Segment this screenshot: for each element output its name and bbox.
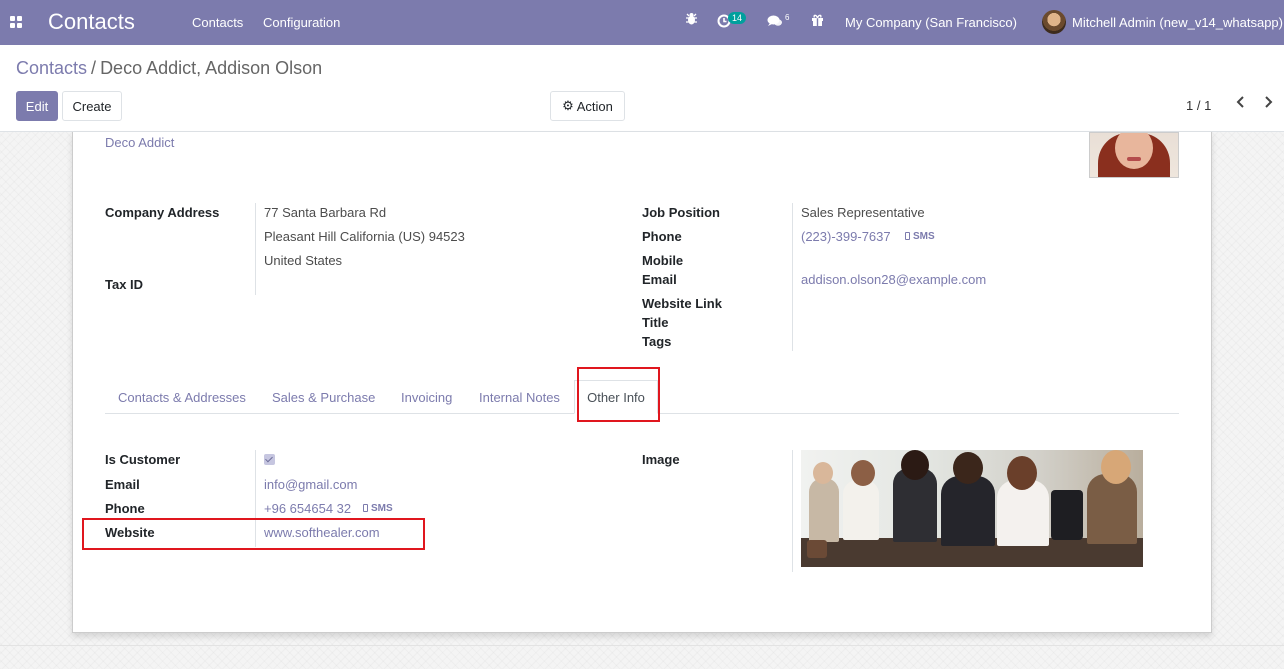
other-phone-value[interactable]: +96 654654 32 [264,501,351,516]
mobile-label: Mobile [642,253,684,268]
action-button-label: Action [576,98,613,114]
gift-icon[interactable] [811,13,824,30]
user-avatar[interactable] [1042,10,1066,34]
field-separator [792,203,793,351]
mobile-phone-icon [905,232,910,240]
mobile-phone-icon [363,504,368,512]
title-label: Title [642,315,669,330]
company-address-label: Company Address [105,205,220,220]
website-link-label: Website Link [642,296,722,311]
address-line-1: 77 Santa Barbara Rd [264,205,387,220]
breadcrumb-parent[interactable]: Contacts [16,58,87,78]
website-highlight-box [82,518,425,550]
user-menu[interactable]: Mitchell Admin (new_v14_whatsapp) [1072,15,1283,30]
field-separator [792,450,793,572]
other-sms-button[interactable]: SMS [363,503,393,514]
job-position-value: Sales Representative [801,205,925,220]
control-panel: Contacts / Deco Addict, Addison Olson Edit… [0,45,1284,132]
company-switcher[interactable]: My Company (San Francisco) [845,15,1017,30]
pager-value[interactable]: 1 / 1 [1186,98,1211,113]
tags-label: Tags [642,334,672,349]
apps-icon[interactable] [10,16,23,28]
tab-invoicing[interactable]: Invoicing [401,390,452,405]
create-button[interactable]: Create [62,91,122,121]
menu-contacts[interactable]: Contacts [192,15,243,30]
image-label: Image [642,452,680,467]
other-email-value[interactable]: info@gmail.com [264,477,357,492]
is-customer-checkbox[interactable] [264,454,275,465]
activity-count-badge: 14 [728,12,747,24]
tab-contacts-addresses[interactable]: Contacts & Addresses [118,390,246,405]
phone-value[interactable]: (223)-399-7637 [801,229,891,244]
sms-label: SMS [913,231,935,242]
gear-icon: ⚙ [562,98,574,113]
bug-icon[interactable] [685,12,698,29]
edit-button[interactable]: Edit [16,91,58,121]
contact-photo[interactable] [1089,132,1179,178]
company-link[interactable]: Deco Addict [105,135,174,150]
chevron-left-icon[interactable] [1236,95,1246,114]
tax-id-label: Tax ID [105,277,144,292]
menu-configuration[interactable]: Configuration [263,15,340,30]
action-button[interactable]: ⚙ Action [550,91,625,121]
other-email-label: Email [105,477,140,492]
chat-icon[interactable] [767,14,783,31]
is-customer-label: Is Customer [105,452,181,467]
phone-label: Phone [642,229,682,244]
app-title[interactable]: Contacts [48,9,135,35]
breadcrumb-separator: / [91,58,97,78]
breadcrumb-current: Deco Addict, Addison Olson [100,58,323,78]
email-label: Email [642,272,677,287]
address-line-3: United States [264,253,343,268]
other-sms-label: SMS [371,503,393,514]
other-phone-label: Phone [105,501,145,516]
field-separator [255,203,256,295]
tab-highlight-box [577,367,660,422]
chevron-right-icon[interactable] [1263,95,1273,114]
divider [0,645,1284,646]
top-navbar: Contacts Contacts Configuration 14 6 My … [0,0,1284,45]
tab-sales-purchase[interactable]: Sales & Purchase [272,390,375,405]
sms-button[interactable]: SMS [905,231,935,242]
message-count-badge: 6 [785,13,790,22]
tab-internal-notes[interactable]: Internal Notes [479,390,560,405]
email-value[interactable]: addison.olson28@example.com [801,272,986,287]
breadcrumb: Contacts / Deco Addict, Addison Olson [16,58,322,79]
contact-image[interactable] [801,450,1143,567]
address-line-2: Pleasant Hill California (US) 94523 [264,229,465,244]
job-position-label: Job Position [642,205,720,220]
